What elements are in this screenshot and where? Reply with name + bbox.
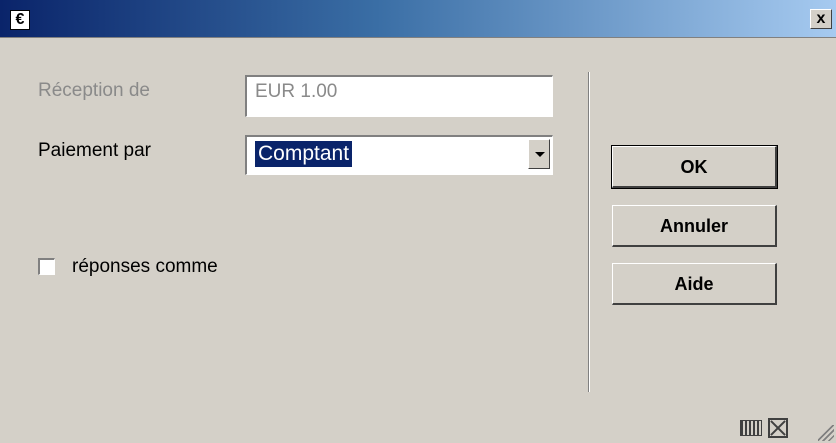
help-button[interactable]: Aide: [612, 263, 777, 305]
reception-field: EUR 1.00: [245, 75, 553, 117]
chevron-down-icon[interactable]: [528, 139, 550, 169]
payment-selected-value: Comptant: [255, 141, 353, 167]
reception-label: Réception de: [38, 80, 150, 101]
dialog-window: € x Réception de EUR 1.00 Paiement par C…: [0, 0, 836, 443]
keyboard-icon[interactable]: [740, 420, 762, 436]
euro-app-icon: €: [10, 10, 30, 30]
title-bar[interactable]: € x: [0, 0, 836, 38]
responses-checkbox[interactable]: [38, 258, 55, 275]
close-button[interactable]: x: [810, 9, 832, 29]
responses-label: réponses comme: [72, 256, 218, 277]
resize-grip-icon[interactable]: [818, 425, 834, 441]
ok-button[interactable]: OK: [611, 145, 778, 189]
fullscreen-icon[interactable]: [768, 418, 788, 438]
vertical-divider: [588, 72, 590, 392]
cancel-button[interactable]: Annuler: [612, 205, 777, 247]
payment-label: Paiement par: [38, 140, 152, 161]
payment-select[interactable]: Comptant: [245, 135, 553, 175]
